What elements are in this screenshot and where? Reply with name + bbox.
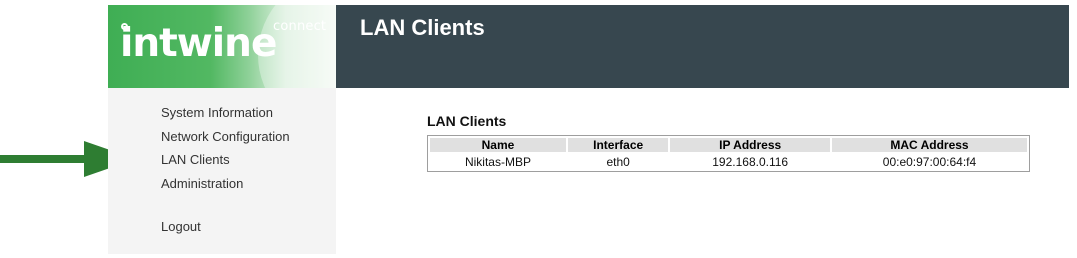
sidebar-item-lan-clients[interactable]: LAN Clients	[161, 152, 230, 167]
cell-name: Nikitas-MBP	[464, 154, 531, 169]
sidebar: System Information Network Configuration…	[108, 88, 336, 254]
column-header-mac-address: MAC Address	[831, 138, 1027, 152]
logo-connect-text: connect	[273, 19, 327, 34]
column-header-interface: Interface	[567, 138, 669, 152]
cell-ip-address: 192.168.0.116	[712, 154, 789, 169]
brand-logo: connect intwine	[108, 5, 336, 88]
sidebar-item-administration[interactable]: Administration	[161, 176, 243, 191]
cell-interface: eth0	[606, 154, 630, 169]
lan-clients-table: Name Interface IP Address MAC Address Ni…	[427, 135, 1030, 172]
section-title: LAN Clients	[427, 113, 507, 129]
column-header-ip-address: IP Address	[670, 138, 830, 152]
sidebar-item-network-configuration[interactable]: Network Configuration	[161, 129, 290, 144]
sidebar-item-logout[interactable]: Logout	[161, 219, 201, 234]
column-header-name: Name	[430, 138, 566, 152]
table-header-row: Name Interface IP Address MAC Address	[430, 138, 1027, 152]
table-row: Nikitas-MBP eth0 192.168.0.116 00:e0:97:…	[430, 154, 1027, 169]
sidebar-item-system-information[interactable]: System Information	[161, 105, 273, 120]
page-title: LAN Clients	[360, 15, 485, 40]
page-header: LAN Clients	[336, 5, 1069, 88]
cell-mac-address: 00:e0:97:00:64:f4	[882, 154, 977, 169]
logo-text: intwine	[120, 21, 277, 66]
